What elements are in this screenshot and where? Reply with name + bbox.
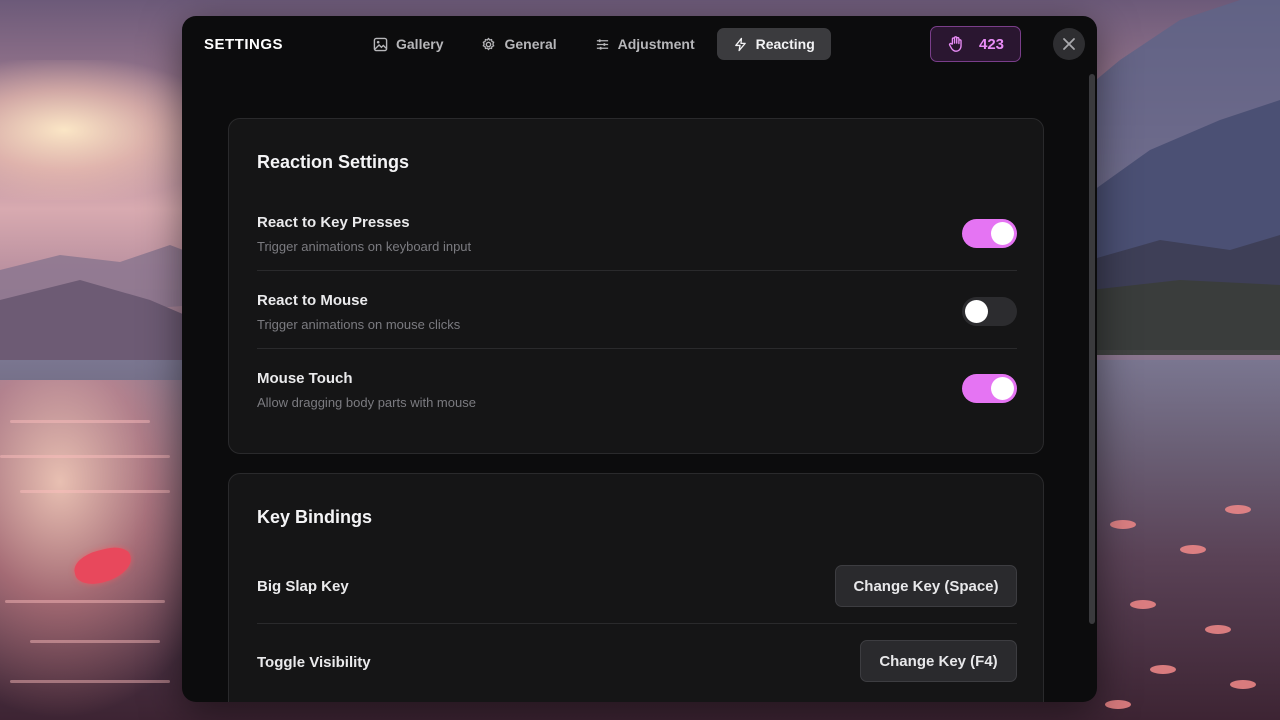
- divider: [257, 623, 1017, 624]
- toggle-knob: [991, 377, 1014, 400]
- setting-row-mouse-touch: Mouse Touch Allow dragging body parts wi…: [257, 370, 1017, 410]
- tab-general[interactable]: General: [465, 28, 572, 60]
- setting-row-mouse: React to Mouse Trigger animations on mou…: [257, 292, 1017, 332]
- tab-reacting[interactable]: Reacting: [716, 28, 831, 60]
- settings-window: SETTINGS Gallery General Adjustment Reac…: [182, 16, 1097, 702]
- floating-petal: [1225, 505, 1251, 514]
- scrollbar-thumb[interactable]: [1089, 74, 1095, 624]
- close-button[interactable]: [1053, 28, 1085, 60]
- water-ripple: [10, 680, 170, 683]
- mouse-touch-toggle[interactable]: [962, 374, 1017, 403]
- floating-petal: [1150, 665, 1176, 674]
- floating-petal: [1105, 700, 1131, 709]
- toggle-knob: [991, 222, 1014, 245]
- tab-label: Gallery: [396, 36, 444, 52]
- water-ripple: [10, 420, 150, 423]
- divider: [257, 270, 1017, 271]
- floating-petal: [1110, 520, 1136, 529]
- setting-label: React to Mouse: [257, 292, 368, 309]
- window-title: SETTINGS: [204, 36, 284, 53]
- setting-label: Mouse Touch: [257, 370, 353, 387]
- tab-bar: Gallery General Adjustment Reacting: [357, 28, 831, 60]
- water-ripple: [20, 490, 170, 493]
- floating-petal: [1180, 545, 1206, 554]
- image-icon: [373, 37, 388, 51]
- setting-description: Allow dragging body parts with mouse: [257, 395, 476, 410]
- change-key-space-button[interactable]: Change Key (Space): [835, 565, 1017, 607]
- floating-petal: [1230, 680, 1256, 689]
- slap-counter-badge[interactable]: 423: [930, 26, 1021, 62]
- divider: [257, 348, 1017, 349]
- floating-petal: [1130, 600, 1156, 609]
- lightning-icon: [734, 37, 746, 51]
- slap-count: 423: [978, 35, 1005, 53]
- water-ripple: [30, 640, 160, 643]
- section-title: Reaction Settings: [257, 152, 410, 172]
- tab-label: General: [504, 36, 557, 52]
- water-ripple: [0, 455, 170, 458]
- tab-label: Reacting: [755, 36, 815, 52]
- water-ripple: [5, 600, 165, 603]
- change-key-f4-button[interactable]: Change Key (F4): [860, 640, 1017, 682]
- window-titlebar: SETTINGS Gallery General Adjustment Reac…: [182, 16, 1097, 74]
- close-icon: [1063, 38, 1075, 50]
- tab-label: Adjustment: [617, 36, 695, 52]
- tab-gallery[interactable]: Gallery: [357, 28, 459, 60]
- section-title: Key Bindings: [257, 507, 373, 527]
- gear-icon: [483, 37, 495, 50]
- setting-description: Trigger animations on keyboard input: [257, 239, 472, 254]
- tab-adjustment[interactable]: Adjustment: [579, 28, 711, 60]
- toggle-knob: [965, 300, 988, 323]
- key-bindings-card: Key Bindings Big Slap Key Change Key (Sp…: [228, 473, 1044, 702]
- reaction-settings-card: Reaction Settings React to Key Presses T…: [228, 118, 1044, 454]
- setting-label: React to Key Presses: [257, 214, 410, 231]
- mouse-toggle[interactable]: [962, 297, 1017, 326]
- setting-description: Trigger animations on mouse clicks: [257, 317, 461, 332]
- setting-row-key-presses: React to Key Presses Trigger animations …: [257, 214, 1017, 254]
- key-presses-toggle[interactable]: [962, 219, 1017, 248]
- sliders-icon: [596, 38, 608, 50]
- floating-petal: [1205, 625, 1231, 634]
- hand-icon: [948, 36, 962, 52]
